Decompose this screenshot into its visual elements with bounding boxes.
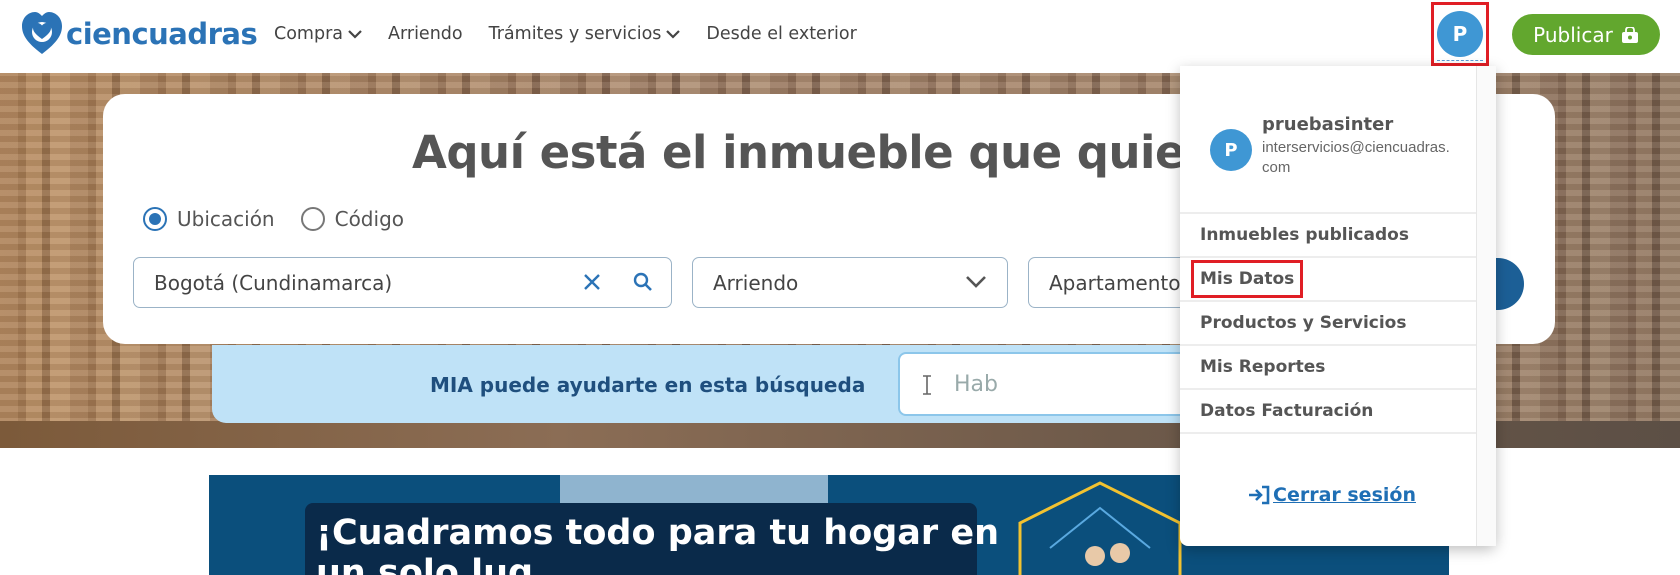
menu-item-label: Mis Reportes bbox=[1200, 357, 1326, 377]
house-illustration-icon bbox=[1018, 481, 1182, 575]
operation-select[interactable]: Arriendo bbox=[692, 257, 1008, 308]
property-type-select[interactable]: Apartamento bbox=[1028, 257, 1188, 308]
dropdown-menu-list: Inmuebles publicados Mis Datos Productos… bbox=[1180, 212, 1476, 434]
logout-label: Cerrar sesión bbox=[1273, 484, 1416, 506]
main-nav: Compra Arriendo Trámites y servicios Des… bbox=[274, 24, 883, 44]
radio-selected-icon bbox=[143, 207, 167, 231]
dropdown-email: interservicios@ciencuadras.com bbox=[1262, 139, 1450, 176]
location-input[interactable]: Bogotá (Cundinamarca) bbox=[133, 257, 672, 308]
hero-title: Aquí está el inmueble que quier bbox=[412, 126, 1207, 179]
shopping-bag-icon bbox=[1621, 26, 1638, 43]
heart-logo-icon bbox=[22, 12, 62, 54]
logout-link[interactable]: Cerrar sesión bbox=[1248, 484, 1416, 506]
nav-arriendo-label: Arriendo bbox=[388, 24, 463, 44]
brand-part2: cuadras bbox=[131, 17, 258, 51]
radio-unselected-icon bbox=[300, 207, 325, 231]
nav-compra-label: Compra bbox=[274, 24, 344, 44]
banner-title: ¡Cuadramos todo para tu hogar en un solo… bbox=[316, 513, 999, 575]
radio-codigo[interactable]: Código bbox=[300, 207, 404, 231]
mia-prompt: MIA puede ayudarte en esta búsqueda bbox=[430, 373, 866, 397]
ciencuadras-logo[interactable]: ciencuadras bbox=[22, 12, 258, 56]
chevron-down-icon bbox=[666, 30, 681, 39]
menu-item-inmuebles-publicados[interactable]: Inmuebles publicados bbox=[1180, 214, 1476, 258]
menu-item-productos-servicios[interactable]: Productos y Servicios bbox=[1180, 302, 1476, 346]
radio-ubicacion-label: Ubicación bbox=[177, 207, 275, 231]
user-avatar-button[interactable]: P bbox=[1431, 2, 1489, 66]
banner-title-line1: ¡Cuadramos todo para tu hogar en bbox=[316, 513, 1000, 553]
menu-item-mis-reportes[interactable]: Mis Reportes bbox=[1180, 346, 1476, 390]
nav-exterior[interactable]: Desde el exterior bbox=[706, 24, 856, 44]
brand-name: ciencuadras bbox=[66, 17, 258, 51]
dropdown-user-info: P pruebasinter interservicios@ciencuadra… bbox=[1210, 114, 1452, 178]
publish-button[interactable]: Publicar bbox=[1512, 14, 1660, 55]
dropdown-username: pruebasinter bbox=[1262, 114, 1394, 135]
dropdown-scrollbar[interactable] bbox=[1476, 66, 1496, 546]
search-mode-radios: Ubicación Código bbox=[143, 207, 404, 231]
property-type-value: Apartamento bbox=[1049, 270, 1181, 295]
menu-item-label: Datos Facturación bbox=[1200, 401, 1374, 421]
location-value: Bogotá (Cundinamarca) bbox=[154, 270, 393, 295]
nav-tramites-label: Trámites y servicios bbox=[488, 24, 662, 44]
mia-input[interactable]: Hab bbox=[898, 352, 1208, 416]
mia-input-value: Hab bbox=[954, 371, 998, 397]
menu-item-mis-datos[interactable]: Mis Datos bbox=[1180, 258, 1476, 302]
menu-item-label: Productos y Servicios bbox=[1200, 313, 1407, 333]
operation-value: Arriendo bbox=[713, 270, 799, 295]
menu-item-label: Inmuebles publicados bbox=[1200, 225, 1409, 245]
banner-title-line2: un solo lug bbox=[316, 553, 534, 575]
search-icon[interactable] bbox=[632, 271, 654, 293]
nav-exterior-label: Desde el exterior bbox=[706, 24, 857, 44]
sign-in-icon bbox=[1249, 485, 1270, 505]
publish-label: Publicar bbox=[1533, 22, 1613, 47]
menu-item-label: Mis Datos bbox=[1190, 260, 1304, 298]
avatar: P bbox=[1437, 11, 1483, 57]
nav-tramites[interactable]: Trámites y servicios bbox=[489, 24, 681, 44]
radio-ubicacion[interactable]: Ubicación bbox=[143, 207, 275, 231]
dropdown-avatar: P bbox=[1210, 129, 1252, 171]
nav-arriendo[interactable]: Arriendo bbox=[388, 24, 463, 44]
text-cursor-icon bbox=[923, 375, 931, 395]
brand-part1: cien bbox=[66, 17, 132, 51]
top-header: ciencuadras Compra Arriendo Trámites y s… bbox=[0, 0, 1680, 73]
close-icon[interactable] bbox=[581, 271, 603, 293]
radio-codigo-label: Código bbox=[334, 207, 404, 231]
nav-compra[interactable]: Compra bbox=[274, 24, 362, 44]
chevron-down-icon bbox=[348, 30, 362, 39]
menu-item-datos-facturacion[interactable]: Datos Facturación bbox=[1180, 390, 1476, 434]
user-dropdown-menu: P pruebasinter interservicios@ciencuadra… bbox=[1180, 66, 1496, 546]
chevron-down-icon bbox=[966, 276, 986, 288]
